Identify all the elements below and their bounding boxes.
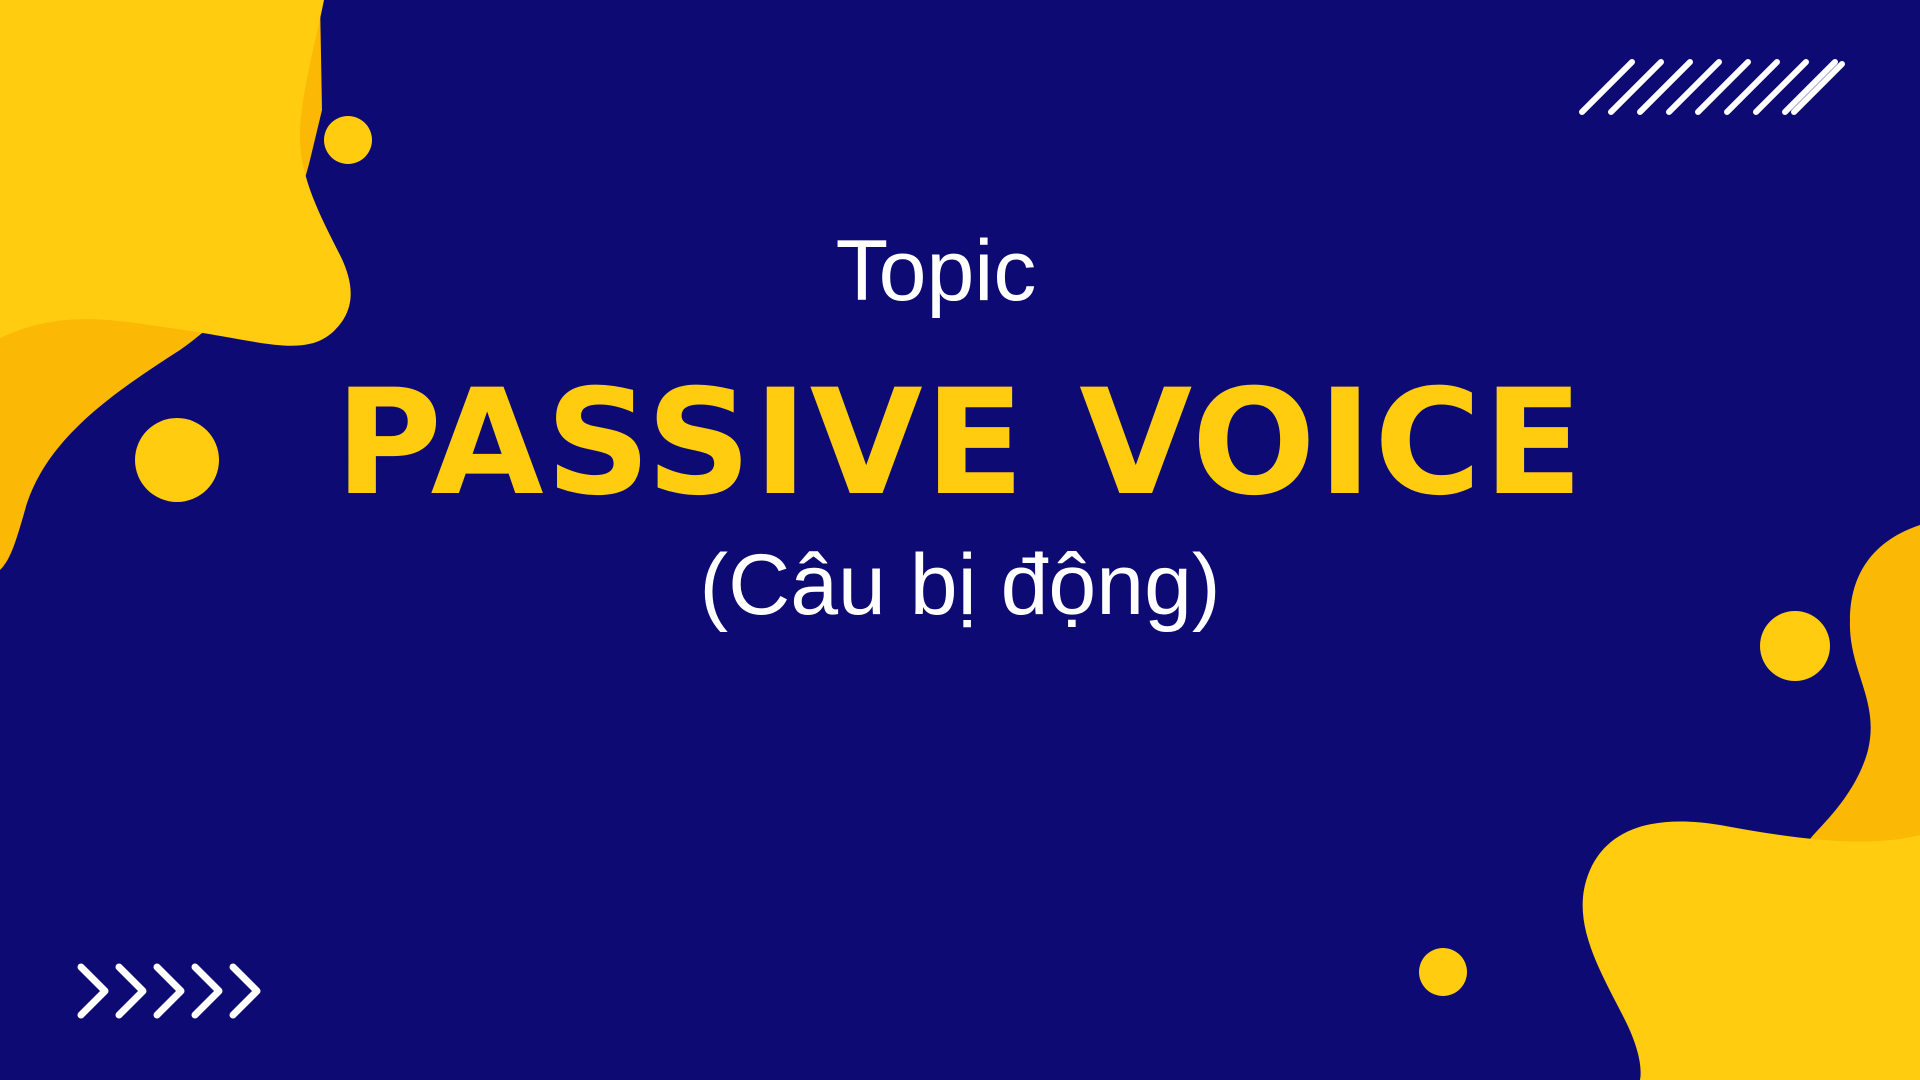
slide-subtitle: (Câu bị động)	[699, 537, 1221, 633]
slide-text: Topic PASSIVE VOICE (Câu bị động)	[0, 0, 1920, 1080]
slide-title: PASSIVE VOICE	[335, 358, 1585, 528]
topic-label: Topic	[835, 223, 1037, 319]
